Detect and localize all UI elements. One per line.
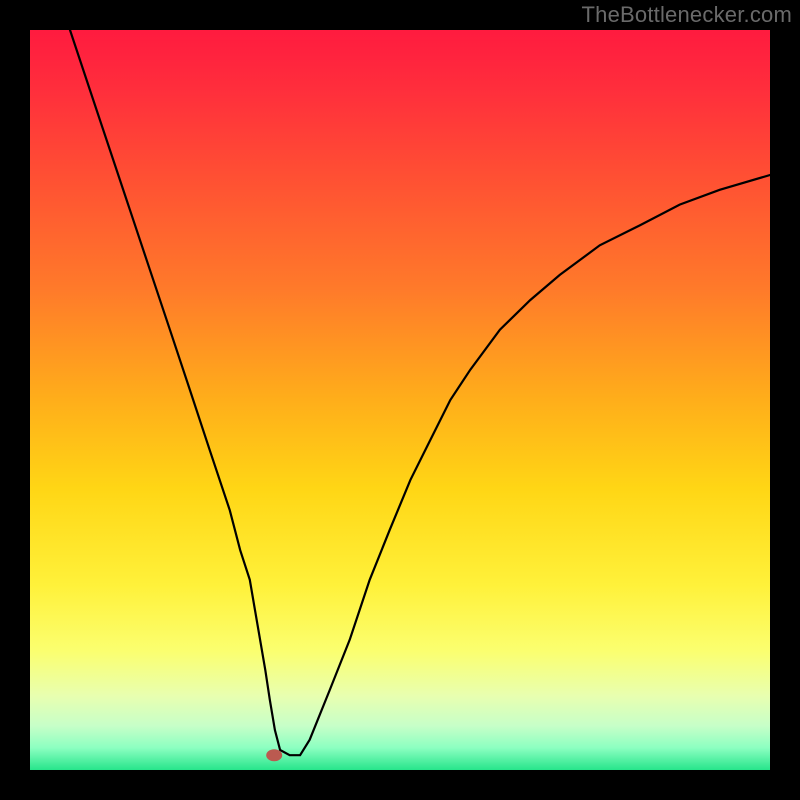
chart-svg: [30, 30, 770, 770]
watermark-text: TheBottlenecker.com: [582, 2, 792, 28]
plot-area: [30, 30, 770, 770]
gradient-background: [30, 30, 770, 770]
chart-frame: TheBottlenecker.com: [0, 0, 800, 800]
optimal-marker: [266, 749, 282, 761]
